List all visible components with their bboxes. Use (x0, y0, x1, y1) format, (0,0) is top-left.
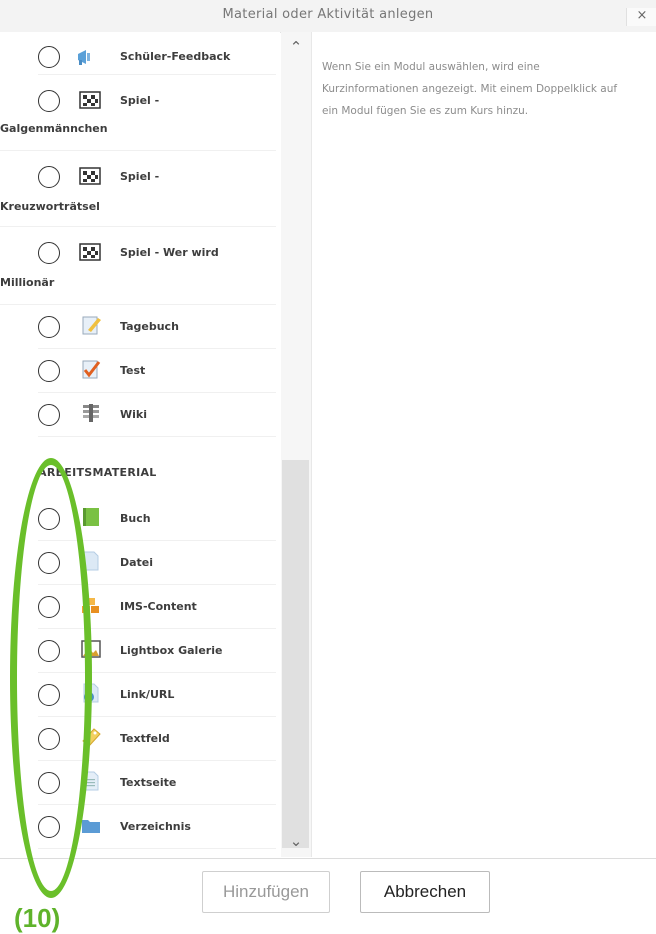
module-label: Textseite (120, 776, 177, 789)
module-label: Lightbox Galerie (120, 644, 223, 657)
module-label-line2: Kreuzworträtsel (0, 200, 100, 213)
module-item-galgenmaennchen[interactable]: Spiel - Galgenmännchen (0, 80, 276, 151)
cancel-button[interactable]: Abbrechen (360, 871, 490, 913)
module-info-pane: Wenn Sie ein Modul auswählen, wird eine … (312, 32, 656, 857)
chevron-up-icon[interactable]: ⌃ (281, 38, 311, 56)
module-label: Datei (120, 556, 154, 569)
module-item-kreuzwortraetsel[interactable]: Spiel - Kreuzworträtsel (0, 156, 276, 227)
module-item-ims-content[interactable]: IMS-Content (38, 590, 276, 629)
radio-button[interactable] (38, 596, 60, 618)
gallery-icon (81, 640, 101, 658)
module-label: Spiel - Wer wird (120, 246, 219, 259)
radio-button[interactable] (38, 316, 60, 338)
module-item-link-url[interactable]: Link/URL (38, 678, 276, 717)
file-icon (83, 551, 99, 571)
chevron-down-icon[interactable]: ⌄ (281, 832, 311, 850)
module-list: Schüler-Feedback Spiel - Galgenmännchen … (0, 32, 280, 857)
url-icon (83, 683, 99, 703)
list-scrollbar[interactable]: ⌃ ⌄ (281, 32, 312, 857)
radio-button[interactable] (38, 166, 60, 188)
module-label-line2: Millionär (0, 276, 55, 289)
section-heading-resources: ARBEITSMATERIAL (38, 466, 157, 479)
radio-button[interactable] (38, 404, 60, 426)
game-icon (79, 243, 101, 261)
module-item-buch[interactable]: Buch (38, 502, 276, 541)
module-label: Tagebuch (120, 320, 179, 333)
module-label: Test (120, 364, 146, 377)
radio-button[interactable] (38, 90, 60, 112)
scrollbar-thumb[interactable] (282, 460, 309, 848)
radio-button[interactable] (38, 242, 60, 264)
module-label: Spiel - (120, 170, 160, 183)
radio-button[interactable] (38, 816, 60, 838)
dialog-footer: Hinzufügen Abbrechen (0, 858, 656, 925)
module-item-verzeichnis[interactable]: Verzeichnis (38, 810, 276, 849)
module-item-textseite[interactable]: Textseite (38, 766, 276, 805)
module-item-schueler-feedback[interactable]: Schüler-Feedback (38, 40, 276, 75)
radio-button[interactable] (38, 640, 60, 662)
page-icon (83, 771, 99, 791)
radio-button[interactable] (38, 684, 60, 706)
module-label: Verzeichnis (120, 820, 191, 833)
module-label-line2: Galgenmännchen (0, 122, 108, 135)
radio-button[interactable] (38, 508, 60, 530)
module-label: Link/URL (120, 688, 175, 701)
radio-button[interactable] (38, 728, 60, 750)
radio-button[interactable] (38, 360, 60, 382)
quiz-icon (82, 360, 101, 379)
close-icon[interactable]: × (626, 8, 656, 26)
ims-icon (82, 598, 99, 613)
module-label: Buch (120, 512, 151, 525)
module-label: Textfeld (120, 732, 170, 745)
game-icon (79, 167, 101, 185)
module-item-datei[interactable]: Datei (38, 546, 276, 585)
folder-icon (82, 820, 100, 833)
module-label: Schüler-Feedback (120, 50, 231, 63)
radio-button[interactable] (38, 772, 60, 794)
wiki-icon (83, 404, 99, 422)
module-label: IMS-Content (120, 600, 197, 613)
module-info-text: Wenn Sie ein Modul auswählen, wird eine … (322, 61, 618, 117)
module-label: Wiki (120, 408, 147, 421)
game-icon (79, 91, 101, 109)
module-item-test[interactable]: Test (38, 354, 276, 393)
module-item-lightbox-galerie[interactable]: Lightbox Galerie (38, 634, 276, 673)
label-icon (82, 728, 101, 747)
module-item-tagebuch[interactable]: Tagebuch (38, 310, 276, 349)
dialog-titlebar: Material oder Aktivität anlegen × (0, 0, 656, 33)
dialog-title: Material oder Aktivität anlegen (222, 7, 434, 22)
radio-button[interactable] (38, 46, 60, 68)
radio-button[interactable] (38, 552, 60, 574)
module-label: Spiel - (120, 94, 160, 107)
module-item-millionaer[interactable]: Spiel - Wer wird Millionär (0, 232, 276, 305)
module-item-textfeld[interactable]: Textfeld (38, 722, 276, 761)
annotation-label: (10) (14, 903, 61, 933)
book-icon (83, 508, 99, 526)
module-item-wiki[interactable]: Wiki (38, 398, 276, 437)
journal-icon (82, 316, 101, 335)
add-button[interactable]: Hinzufügen (202, 871, 330, 913)
megaphone-icon (78, 50, 90, 65)
